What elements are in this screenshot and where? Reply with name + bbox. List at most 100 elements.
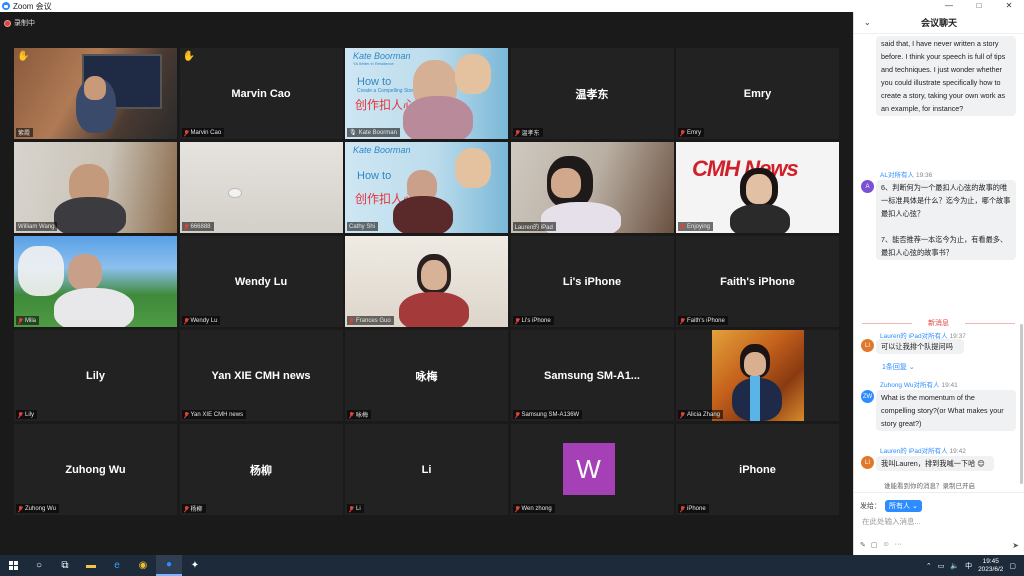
file-explorer-icon[interactable]: ▬ [78,555,104,576]
participant-video [179,142,343,233]
chat-message: 我叫Lauren，排到我喊一下哈 😊 [876,456,994,471]
emoji-icon[interactable]: ☺ [883,541,890,549]
chat-header: ⌄ 会议聊天 [854,12,1024,34]
minimize-button[interactable]: — [934,0,964,12]
send-icon[interactable]: ➤ [1012,541,1019,550]
ime-indicator[interactable]: 中 [965,561,972,571]
muted-mic-icon [349,411,354,418]
participant-tile[interactable]: Mila [14,236,177,327]
participant-tile-active-speaker[interactable]: Kate Boorman YA Writer in Residence How … [345,48,508,139]
volume-icon[interactable]: 🔈 [950,562,959,570]
privacy-notice[interactable]: 谁能看到你的消息？录制已开启 [884,480,975,490]
chat-scrollbar[interactable] [1020,324,1023,484]
network-icon[interactable]: ▭ [938,562,945,570]
participant-tile[interactable]: CMH News Enjoying [676,142,839,233]
maximize-button[interactable]: □ [964,0,994,12]
muted-mic-icon [515,317,520,324]
participant-name: Wendy Lu [234,275,288,288]
message-sender: Lauren的 iPad对所有人 19:42 [880,448,966,455]
participant-tile[interactable]: Samsung SM-A1... Samsung SM-A136W [510,330,674,421]
muted-mic-icon [680,223,685,230]
participant-tile[interactable]: Frances Guo [345,236,508,327]
taskview-icon[interactable]: ⧉ [52,555,78,576]
person-face [550,168,581,198]
participant-tile[interactable]: Lauren的 iPad [510,142,674,233]
participant-tile[interactable]: Li Li [345,424,508,515]
participant-tile[interactable]: ✋ Marvin Cao Marvin Cao [179,48,343,139]
participant-tile[interactable]: 温孝东 温孝东 [510,48,674,139]
participant-video [14,48,177,139]
book-cover-face [455,54,491,94]
new-messages-divider: 新消息 [862,318,1015,328]
recording-label: 录制中 [14,20,35,27]
participant-tile[interactable]: Alicia Zhang [676,330,839,421]
participant-name: Marvin Cao [231,87,291,100]
chat-messages[interactable]: said that, I have never written a story … [854,34,1024,492]
slide-how: How to [357,170,392,182]
reply-link[interactable]: 1条回复 ⌄ [882,362,915,372]
participant-video [14,236,177,327]
participant-name: Li [421,463,432,476]
muted-mic-icon [184,317,189,324]
raised-hand-icon: ✋ [17,51,30,62]
scarf [750,376,760,421]
participant-tile[interactable]: Emry Emry [676,48,839,139]
windows-taskbar: ○ ⧉ ▬ e ◉ ● ✦ ⌃ ▭ 🔈 中 19:45 2023/6/2 ▢ [0,555,1024,576]
recording-indicator[interactable]: 录制中 [4,16,35,30]
participant-label: Enjoying [678,222,714,231]
compose-toolbar: ✎ ▢ ☺ ··· [860,541,902,549]
participant-video [510,142,674,233]
participant-tile[interactable]: Li's iPhone Li's iPhone [510,236,674,327]
participant-label: Li's iPhone [512,316,554,325]
speaker-body [403,96,473,139]
participant-tile[interactable]: Zuhong Wu Zuhong Wu [14,424,177,515]
chrome-icon[interactable]: ◉ [130,555,156,576]
participant-tile[interactable]: Faith's iPhone Faith's iPhone [676,236,839,327]
message-input[interactable]: 在此处输入消息... [862,516,921,527]
start-button[interactable] [0,555,26,576]
participant-tile[interactable]: iPhone iPhone [676,424,839,515]
chevron-down-icon[interactable]: ⌄ [864,18,871,27]
clock[interactable]: 19:45 2023/6/2 [978,558,1003,574]
chevron-up-icon[interactable]: ⌃ [926,562,932,570]
participant-tile[interactable]: Yan XIE CMH news Yan XIE CMH news [179,330,343,421]
zoom-taskbar-icon[interactable]: ● [156,555,182,576]
muted-mic-icon [18,411,23,418]
screenshot-icon[interactable]: ✎ [860,541,866,549]
participant-video: Kate Boorman How to 创作扣人心弦 [345,142,508,233]
more-icon[interactable]: ··· [895,541,902,549]
close-button[interactable]: ✕ [994,0,1024,12]
participant-label: Alicia Zhang [678,410,724,419]
windows-logo-icon [8,561,18,570]
participant-tile[interactable]: 咏梅 咏梅 [345,330,508,421]
send-to-label: 发给： [860,503,881,510]
chat-message: 6、判断何为一个最扣人心弦的故事的唯一标准具体是什么？迄今为止，哪个故事最扣人心… [876,180,1016,260]
participant-tile[interactable]: W Wen zhong [510,424,674,515]
participant-label: iPhone [678,504,709,513]
participant-label: Zuhong Wu [16,504,59,513]
slide-small: Create a Compelling Story [357,88,416,94]
app-icon[interactable]: ✦ [182,555,208,576]
participant-tile[interactable]: Lily Lily [14,330,177,421]
edge-icon[interactable]: e [104,555,130,576]
person-face [68,254,102,290]
file-icon[interactable]: ▢ [871,541,878,549]
search-icon[interactable]: ○ [26,555,52,576]
participant-tile[interactable]: 666888 [179,142,343,233]
participant-label: Samsung SM-A136W [512,410,583,419]
muted-mic-icon [349,505,354,512]
notification-icon[interactable]: ▢ [1009,562,1016,570]
muted-mic-icon [184,505,189,512]
participant-tile[interactable]: William Wang [14,142,177,233]
participant-tile[interactable]: Kate Boorman How to 创作扣人心弦 Cathy Shi [345,142,508,233]
participant-tile[interactable]: Wendy Lu Wendy Lu [179,236,343,327]
zoom-logo-icon [2,2,10,10]
participant-tile[interactable]: 杨柳 杨柳 [179,424,343,515]
participant-label: Mila [16,316,40,325]
muted-mic-icon [18,505,23,512]
record-icon [4,19,11,27]
participant-tile[interactable]: ✋ 紫霞 [14,48,177,139]
person-body [399,292,469,327]
recipient-dropdown[interactable]: 所有人 ⌄ [885,500,922,512]
chat-panel: ⌄ 会议聊天 said that, I have never written a… [853,12,1024,555]
